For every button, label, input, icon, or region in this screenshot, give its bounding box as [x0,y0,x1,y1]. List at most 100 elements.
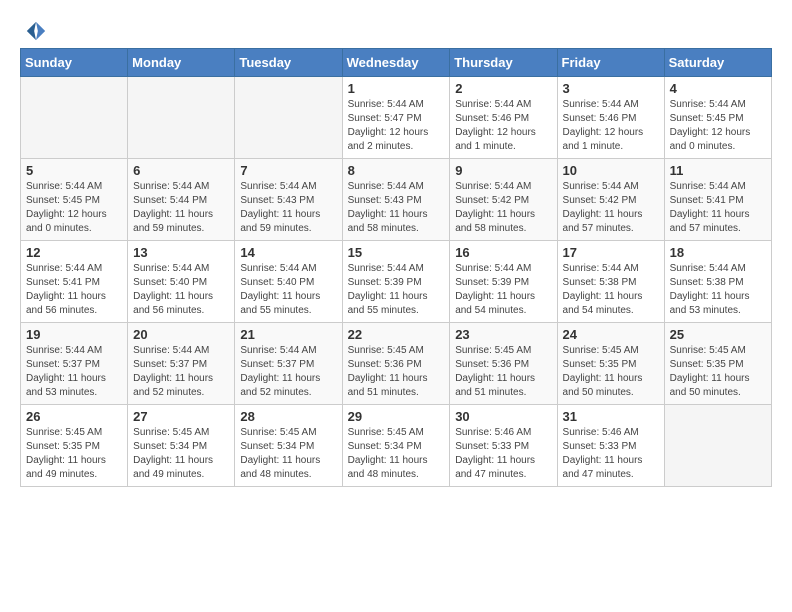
calendar-cell: 1 Sunrise: 5:44 AM Sunset: 5:47 PM Daylig… [342,77,450,159]
calendar-cell: 8 Sunrise: 5:44 AM Sunset: 5:43 PM Daylig… [342,159,450,241]
day-info: Sunrise: 5:44 AM Sunset: 5:43 PM Dayligh… [348,180,445,236]
day-number: 16 [455,245,551,260]
day-number: 13 [133,245,229,260]
day-number: 3 [563,81,659,96]
weekday-header-sunday: Sunday [21,49,128,77]
day-info: Sunrise: 5:44 AM Sunset: 5:38 PM Dayligh… [670,262,766,318]
calendar-week-row: 12Sunrise: 5:44 AM Sunset: 5:41 PM Dayli… [21,241,772,323]
day-number: 15 [348,245,445,260]
calendar-cell: 25Sunrise: 5:45 AM Sunset: 5:35 PM Dayli… [664,323,771,405]
calendar-cell: 24 Sunrise: 5:45 AM Sunset: 5:35 PM Dayli… [557,323,664,405]
day-number: 27 [133,409,229,424]
day-number: 23 [455,327,551,342]
day-number: 21 [240,327,336,342]
weekday-header-wednesday: Wednesday [342,49,450,77]
day-info: Sunrise: 5:44 AM Sunset: 5:38 PM Dayligh… [563,262,659,318]
day-number: 20 [133,327,229,342]
calendar-cell [21,77,128,159]
calendar-cell: 11 Sunrise: 5:44 AM Sunset: 5:41 PM Dayli… [664,159,771,241]
calendar-cell [235,77,342,159]
day-info: Sunrise: 5:44 AM Sunset: 5:39 PM Dayligh… [455,262,551,318]
day-number: 25 [670,327,766,342]
day-number: 8 [348,163,445,178]
calendar-week-row: 5 Sunrise: 5:44 AM Sunset: 5:45 PM Daylig… [21,159,772,241]
day-info: Sunrise: 5:44 AM Sunset: 5:40 PM Dayligh… [240,262,336,318]
calendar-cell: 5 Sunrise: 5:44 AM Sunset: 5:45 PM Daylig… [21,159,128,241]
day-info: Sunrise: 5:44 AM Sunset: 5:45 PM Dayligh… [26,180,122,236]
calendar-cell: 18 Sunrise: 5:44 AM Sunset: 5:38 PM Dayli… [664,241,771,323]
calendar-header-row: SundayMondayTuesdayWednesdayThursdayFrid… [21,49,772,77]
calendar-cell: 22 Sunrise: 5:45 AM Sunset: 5:36 PM Dayli… [342,323,450,405]
calendar-cell: 9 Sunrise: 5:44 AM Sunset: 5:42 PM Daylig… [450,159,557,241]
day-info: Sunrise: 5:44 AM Sunset: 5:46 PM Dayligh… [455,98,551,154]
day-number: 22 [348,327,445,342]
day-number: 18 [670,245,766,260]
day-info: Sunrise: 5:44 AM Sunset: 5:37 PM Dayligh… [240,344,336,400]
calendar-week-row: 19 Sunrise: 5:44 AM Sunset: 5:37 PM Dayli… [21,323,772,405]
day-number: 1 [348,81,445,96]
logo-text [20,20,47,42]
day-number: 28 [240,409,336,424]
day-info: Sunrise: 5:45 AM Sunset: 5:34 PM Dayligh… [348,426,445,482]
day-number: 26 [26,409,122,424]
day-info: Sunrise: 5:44 AM Sunset: 5:37 PM Dayligh… [133,344,229,400]
day-info: Sunrise: 5:46 AM Sunset: 5:33 PM Dayligh… [563,426,659,482]
calendar-cell: 2Sunrise: 5:44 AM Sunset: 5:46 PM Daylig… [450,77,557,159]
day-number: 11 [670,163,766,178]
day-number: 31 [563,409,659,424]
calendar-cell: 13 Sunrise: 5:44 AM Sunset: 5:40 PM Dayli… [128,241,235,323]
logo-icon [25,20,47,42]
day-number: 4 [670,81,766,96]
day-number: 17 [563,245,659,260]
day-info: Sunrise: 5:46 AM Sunset: 5:33 PM Dayligh… [455,426,551,482]
day-info: Sunrise: 5:44 AM Sunset: 5:47 PM Dayligh… [348,98,445,154]
day-number: 10 [563,163,659,178]
calendar-cell: 14 Sunrise: 5:44 AM Sunset: 5:40 PM Dayli… [235,241,342,323]
calendar-cell: 29 Sunrise: 5:45 AM Sunset: 5:34 PM Dayli… [342,405,450,487]
day-info: Sunrise: 5:45 AM Sunset: 5:35 PM Dayligh… [26,426,122,482]
calendar-week-row: 1 Sunrise: 5:44 AM Sunset: 5:47 PM Daylig… [21,77,772,159]
weekday-header-friday: Friday [557,49,664,77]
day-info: Sunrise: 5:45 AM Sunset: 5:34 PM Dayligh… [133,426,229,482]
day-number: 19 [26,327,122,342]
day-number: 6 [133,163,229,178]
calendar-cell: 15 Sunrise: 5:44 AM Sunset: 5:39 PM Dayli… [342,241,450,323]
logo [20,20,47,38]
day-info: Sunrise: 5:44 AM Sunset: 5:44 PM Dayligh… [133,180,229,236]
day-info: Sunrise: 5:44 AM Sunset: 5:42 PM Dayligh… [455,180,551,236]
day-info: Sunrise: 5:45 AM Sunset: 5:36 PM Dayligh… [455,344,551,400]
day-info: Sunrise: 5:44 AM Sunset: 5:41 PM Dayligh… [670,180,766,236]
calendar-cell: 3 Sunrise: 5:44 AM Sunset: 5:46 PM Daylig… [557,77,664,159]
calendar-cell: 30 Sunrise: 5:46 AM Sunset: 5:33 PM Dayli… [450,405,557,487]
day-number: 5 [26,163,122,178]
day-info: Sunrise: 5:44 AM Sunset: 5:46 PM Dayligh… [563,98,659,154]
day-number: 14 [240,245,336,260]
day-number: 9 [455,163,551,178]
weekday-header-thursday: Thursday [450,49,557,77]
day-number: 24 [563,327,659,342]
day-info: Sunrise: 5:45 AM Sunset: 5:36 PM Dayligh… [348,344,445,400]
calendar-cell: 28 Sunrise: 5:45 AM Sunset: 5:34 PM Dayli… [235,405,342,487]
calendar-week-row: 26 Sunrise: 5:45 AM Sunset: 5:35 PM Dayli… [21,405,772,487]
day-info: Sunrise: 5:44 AM Sunset: 5:40 PM Dayligh… [133,262,229,318]
calendar-cell: 19Sunrise: 5:44 AM Sunset: 5:37 PM Dayli… [21,323,128,405]
header [20,20,772,38]
calendar-cell: 31 Sunrise: 5:46 AM Sunset: 5:33 PM Dayli… [557,405,664,487]
calendar-table: SundayMondayTuesdayWednesdayThursdayFrid… [20,48,772,487]
calendar-cell: 23 Sunrise: 5:45 AM Sunset: 5:36 PM Dayli… [450,323,557,405]
day-info: Sunrise: 5:44 AM Sunset: 5:39 PM Dayligh… [348,262,445,318]
day-number: 30 [455,409,551,424]
day-info: Sunrise: 5:44 AM Sunset: 5:41 PM Dayligh… [26,262,122,318]
weekday-header-monday: Monday [128,49,235,77]
calendar-cell: 10Sunrise: 5:44 AM Sunset: 5:42 PM Dayli… [557,159,664,241]
calendar-cell: 7Sunrise: 5:44 AM Sunset: 5:43 PM Daylig… [235,159,342,241]
calendar-cell [128,77,235,159]
calendar-cell: 26 Sunrise: 5:45 AM Sunset: 5:35 PM Dayli… [21,405,128,487]
weekday-header-saturday: Saturday [664,49,771,77]
day-info: Sunrise: 5:45 AM Sunset: 5:35 PM Dayligh… [563,344,659,400]
calendar-cell: 21 Sunrise: 5:44 AM Sunset: 5:37 PM Dayli… [235,323,342,405]
day-number: 7 [240,163,336,178]
calendar-cell: 17 Sunrise: 5:44 AM Sunset: 5:38 PM Dayli… [557,241,664,323]
day-number: 29 [348,409,445,424]
day-info: Sunrise: 5:45 AM Sunset: 5:34 PM Dayligh… [240,426,336,482]
